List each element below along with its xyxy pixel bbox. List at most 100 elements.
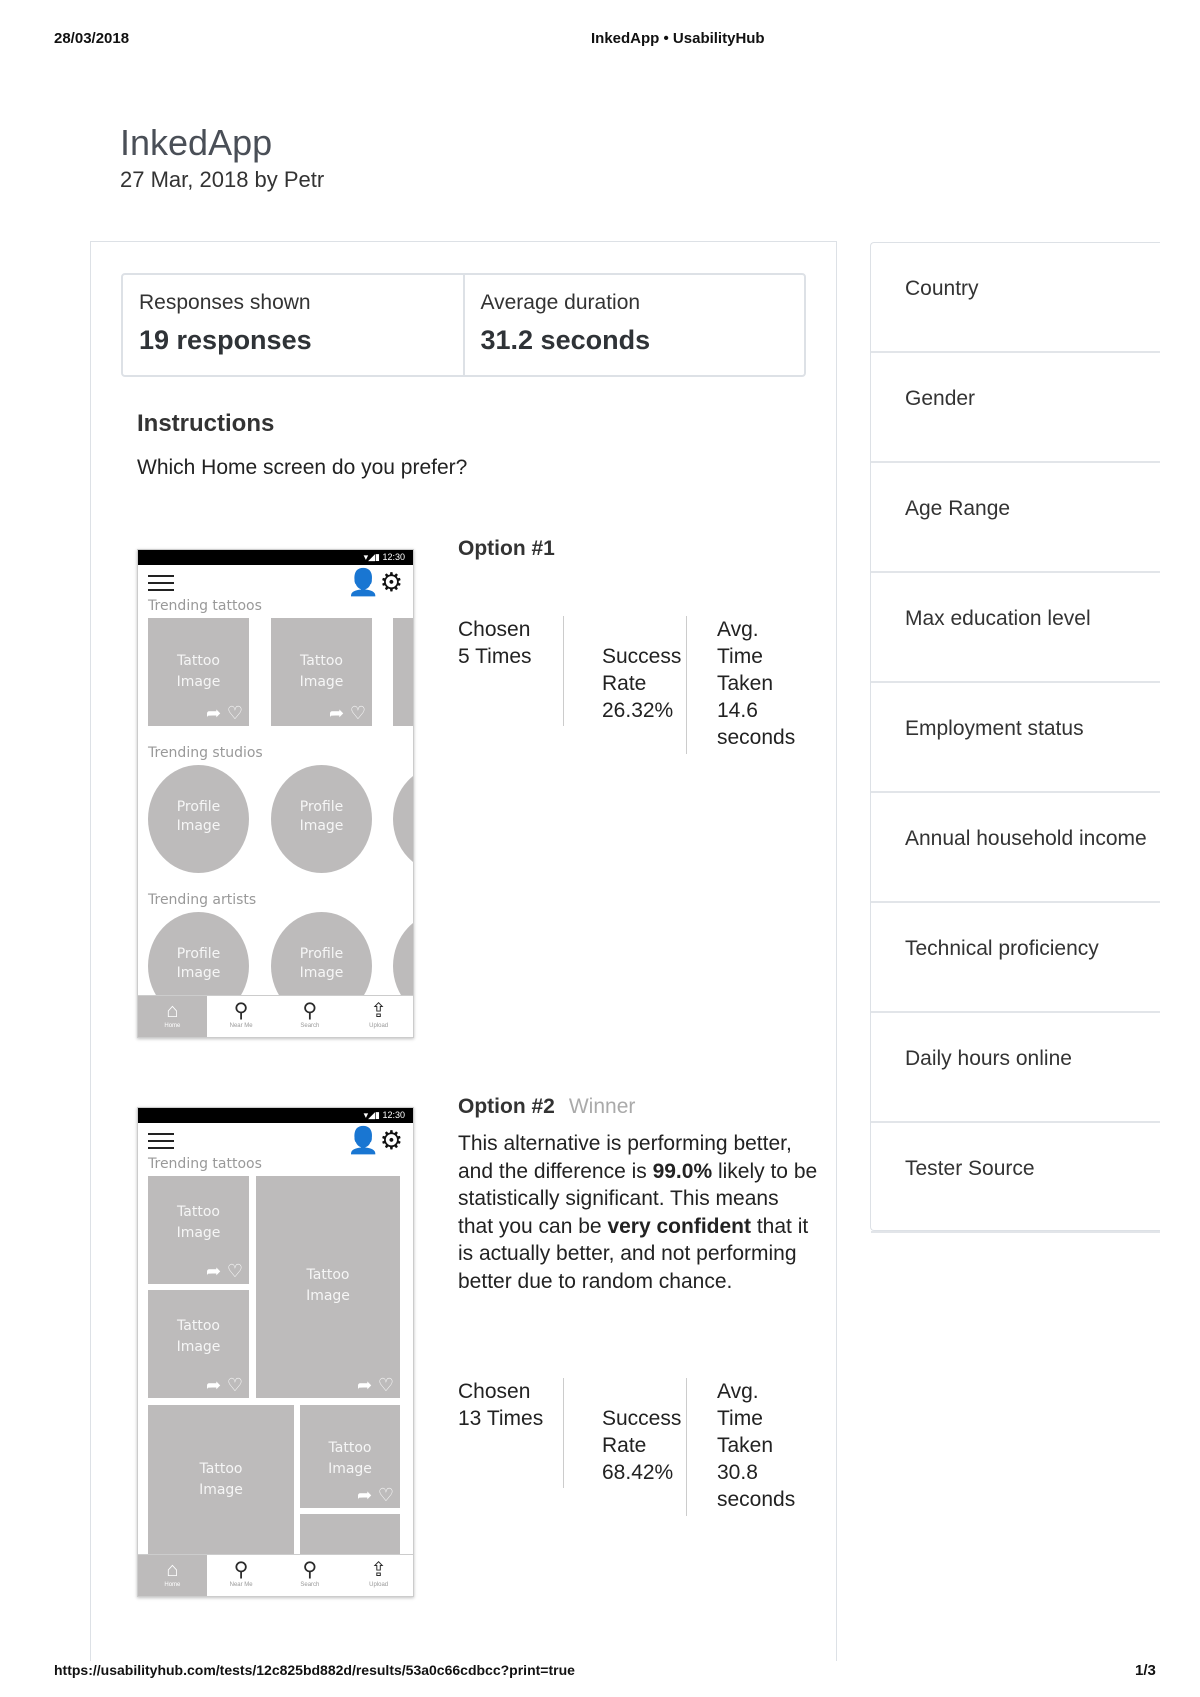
app-top-bar: 👤⚙ [138, 1123, 413, 1157]
divider [563, 616, 564, 726]
option2-screenshot[interactable]: ▾◢▮ 12:30 👤⚙ Trending tattoos Tattoo Ima… [137, 1107, 414, 1597]
metric-line: 13 Times [458, 1407, 544, 1430]
nav-home: ⌂ Home [138, 996, 207, 1037]
tile-label: Tattoo [177, 1318, 220, 1334]
tattoo-tile: Tattoo Image ➦ ♡ [271, 618, 372, 726]
metric-line: Avg. [717, 1380, 759, 1403]
tattoo-tile: Tattoo Image ➦ ♡ [148, 1176, 249, 1284]
search-icon: ⚲ [302, 1559, 318, 1581]
filter-employment[interactable]: Employment status [871, 683, 1160, 793]
bottom-nav: ⌂ Home ⚲ Near Me ⚲ Search ⇪ Upload [138, 995, 413, 1037]
nav-home: ⌂ Home [138, 1555, 207, 1596]
nav-label: Near Me [229, 1582, 253, 1588]
section-label-tattoos: Trending tattoos [148, 598, 262, 614]
filter-income[interactable]: Annual household income [871, 793, 1160, 903]
app-top-bar: 👤⚙ [138, 565, 413, 599]
section-label-tattoos: Trending tattoos [148, 1156, 262, 1172]
circle-label: Image [176, 965, 221, 981]
option2-success-rate: Success Rate 68.42% [602, 1405, 681, 1486]
circle-label: Profile [176, 946, 221, 962]
top-bar-icons: 👤⚙ [347, 1126, 403, 1154]
tile-label: Image [328, 1461, 372, 1477]
nav-label: Upload [369, 1582, 389, 1588]
signal-icon: ▾◢▮ [363, 1110, 383, 1120]
print-date: 28/03/2018 [54, 30, 130, 47]
circle-label: Image [299, 818, 344, 834]
filter-age-range[interactable]: Age Range [871, 463, 1160, 573]
option1-title: Option #1 [458, 537, 555, 560]
profile-circle [393, 765, 413, 873]
status-bar: ▾◢▮ 12:30 [138, 1108, 413, 1123]
metric-line: Success [602, 1407, 682, 1430]
option1-success-rate: Success Rate 26.32% [602, 643, 681, 724]
nav-search: ⚲ Search [276, 1555, 345, 1596]
filter-hours-online[interactable]: Daily hours online [871, 1013, 1160, 1123]
nav-label: Upload [369, 1023, 389, 1029]
gear-icon: ⚙ [379, 1125, 403, 1155]
home-icon: ⌂ [166, 1000, 179, 1022]
tile-label: Tattoo [199, 1461, 243, 1477]
circle-label: Profile [299, 799, 344, 815]
metric-line: seconds [717, 726, 796, 749]
status-bar: ▾◢▮ 12:30 [138, 550, 413, 565]
option2-title-row: Option #2 Winner [458, 1095, 635, 1119]
metric-line: Avg. [717, 618, 759, 641]
upload-icon: ⇪ [370, 1000, 387, 1022]
option1-chosen: Chosen 5 Times [458, 616, 532, 670]
location-pin-icon: ⚲ [233, 1000, 249, 1022]
test-title: InkedApp [120, 122, 273, 163]
test-subtitle: 27 Mar, 2018 by Petr [120, 167, 325, 192]
share-like-icons: ➦ ♡ [206, 1375, 243, 1396]
tile-label: Image [176, 674, 221, 690]
instructions-heading: Instructions [137, 410, 275, 437]
top-bar-icons: 👤⚙ [347, 568, 403, 596]
share-like-icons: ➦ ♡ [357, 1375, 394, 1396]
responses-value: 19 responses [139, 325, 312, 355]
share-like-icons: ➦ ♡ [329, 703, 366, 724]
filter-tester-source[interactable]: Tester Source [871, 1123, 1160, 1233]
option1-avg-time: Avg. Time Taken 14.6 seconds [717, 616, 795, 751]
location-pin-icon: ⚲ [233, 1559, 249, 1581]
nav-near-me: ⚲ Near Me [207, 996, 276, 1037]
responses-stat: Responses shown 19 responses [123, 275, 463, 375]
bottom-nav: ⌂ Home ⚲ Near Me ⚲ Search ⇪ Upload [138, 1554, 413, 1596]
filter-country[interactable]: Country [871, 243, 1160, 353]
duration-label: Average duration [480, 291, 641, 314]
tile-label: Image [306, 1288, 350, 1304]
nav-upload: ⇪ Upload [344, 996, 413, 1037]
tile-label: Tattoo [300, 653, 343, 669]
signal-icon: ▾◢▮ [363, 552, 383, 562]
nav-label: Search [300, 1582, 320, 1588]
print-title: InkedApp • UsabilityHub [591, 30, 765, 47]
nav-label: Search [300, 1023, 320, 1029]
metric-line: 14.6 [717, 699, 758, 722]
filter-tech-proficiency[interactable]: Technical proficiency [871, 903, 1160, 1013]
metric-line: 68.42% [602, 1461, 674, 1484]
option1-screenshot[interactable]: ▾◢▮ 12:30 👤⚙ Trending tattoos Tattoo Ima… [137, 549, 414, 1038]
share-like-icons: ➦ ♡ [357, 1485, 394, 1506]
tile-label: Image [199, 1482, 243, 1498]
tattoo-tile [393, 618, 413, 726]
nav-label: Home [164, 1023, 181, 1029]
print-url: https://usabilityhub.com/tests/12c825bd8… [54, 1662, 575, 1678]
circle-label: Image [299, 965, 344, 981]
search-icon: ⚲ [302, 1000, 318, 1022]
profile-icon: 👤 [347, 567, 380, 597]
metric-line: Time [717, 1407, 763, 1430]
tattoo-tile: Tattoo Image ➦ ♡ [300, 1405, 400, 1508]
option2-avg-time: Avg. Time Taken 30.8 seconds [717, 1378, 795, 1513]
metric-line: Success [602, 645, 682, 668]
circle-label: Image [176, 818, 221, 834]
tile-label: Image [176, 1339, 221, 1355]
nav-near-me: ⚲ Near Me [207, 1555, 276, 1596]
status-time: 12:30 [382, 1110, 405, 1120]
metric-line: Time [717, 645, 763, 668]
filter-education[interactable]: Max education level [871, 573, 1160, 683]
nav-search: ⚲ Search [276, 996, 345, 1037]
menu-icon [148, 575, 174, 593]
option2-title: Option #2 [458, 1095, 555, 1118]
filter-gender[interactable]: Gender [871, 353, 1160, 463]
responses-label: Responses shown [139, 291, 311, 314]
metric-line: 5 Times [458, 645, 532, 668]
nav-upload: ⇪ Upload [344, 1555, 413, 1596]
